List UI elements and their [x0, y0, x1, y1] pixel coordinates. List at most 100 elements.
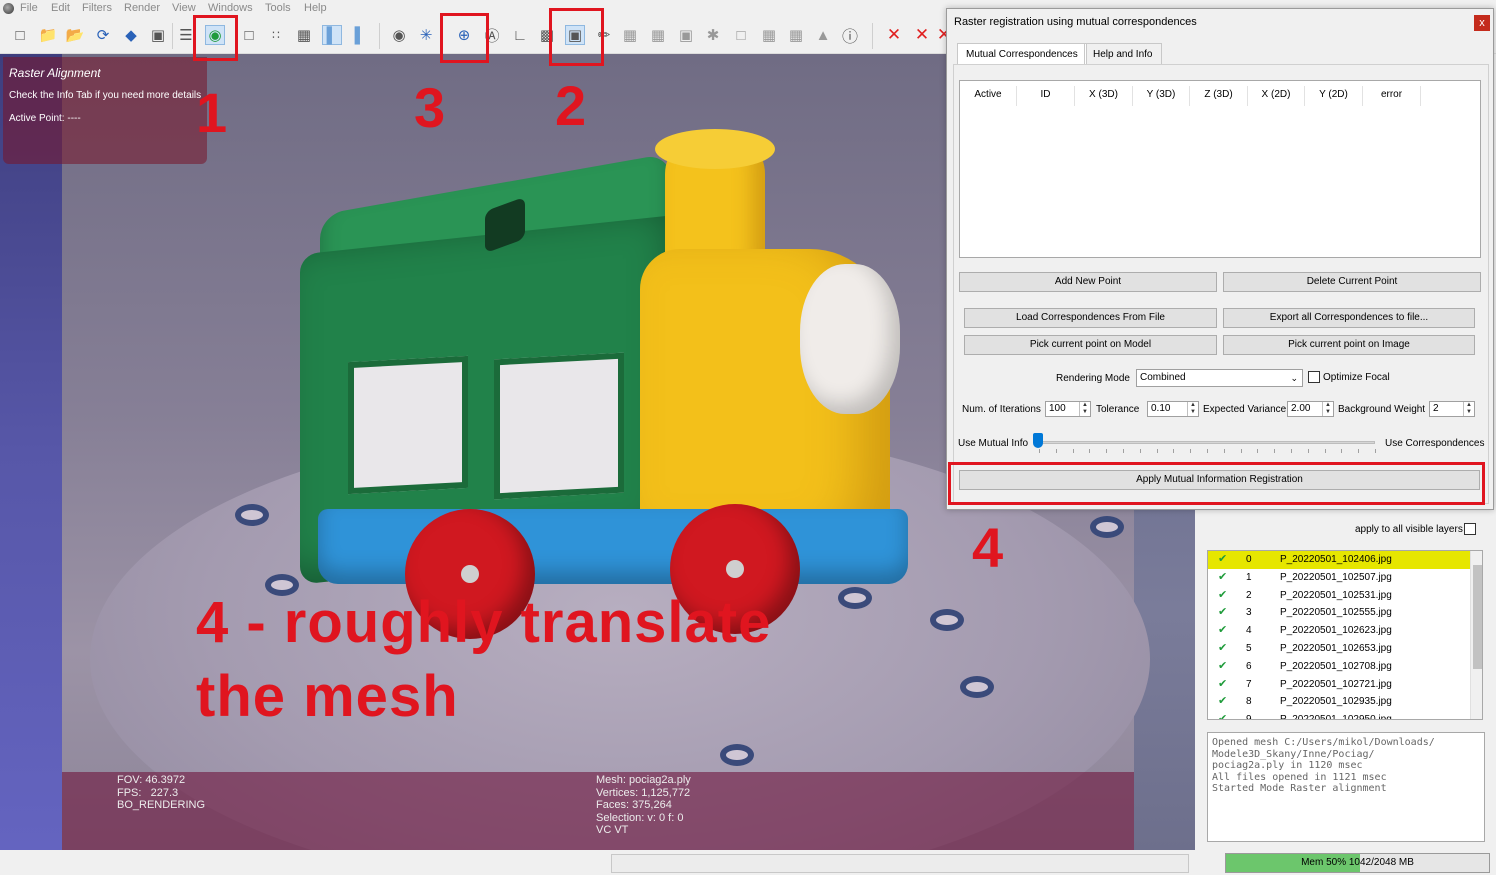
layer-row[interactable]: ✔ 8 P_20220501_102935.jpg — [1208, 693, 1470, 711]
variance-spinbox[interactable]: 2.00 ▲ ▼ — [1287, 401, 1334, 417]
wireframe-icon[interactable]: ▦ — [294, 25, 314, 45]
pick-image-point-button[interactable]: Pick current point on Image — [1223, 335, 1475, 355]
layer-row[interactable]: ✔ 5 P_20220501_102653.jpg — [1208, 640, 1470, 658]
slider-tick — [1173, 449, 1175, 453]
weighting-slider-handle[interactable] — [1033, 433, 1043, 448]
mesh-icon[interactable]: ◉ — [389, 25, 409, 45]
column-header[interactable]: X (2D) — [1248, 86, 1305, 106]
menu-tools[interactable]: Tools — [265, 2, 291, 14]
open-folder-icon[interactable]: 📁 — [38, 25, 58, 45]
visible-check-icon[interactable]: ✔ — [1218, 551, 1227, 568]
raster-layer-list[interactable]: ✔ 0 P_20220501_102406.jpg ✔ 1 P_20220501_1025… — [1207, 550, 1483, 720]
rendering-mode-select[interactable]: Combined ⌄ — [1136, 369, 1303, 387]
annotation-box-1 — [193, 15, 238, 61]
angle-icon[interactable]: ∟ — [510, 25, 530, 45]
layer-row[interactable]: ✔ 3 P_20220501_102555.jpg — [1208, 604, 1470, 622]
export-correspondences-button[interactable]: Export all Correspondences to file... — [1223, 308, 1475, 328]
scroll-thumb[interactable] — [1473, 565, 1482, 669]
layer-row[interactable]: ✔ 7 P_20220501_102721.jpg — [1208, 676, 1470, 694]
menu-file[interactable]: File — [20, 2, 38, 14]
layer-row[interactable]: ✔ 6 P_20220501_102708.jpg — [1208, 658, 1470, 676]
delete-faces-icon[interactable]: ✕ — [884, 25, 904, 45]
layer-row[interactable]: ✔ 4 P_20220501_102623.jpg — [1208, 622, 1470, 640]
train-chimney-top — [655, 129, 775, 169]
visible-check-icon[interactable]: ✔ — [1218, 676, 1227, 693]
column-header[interactable]: Z (3D) — [1190, 86, 1248, 106]
layer-index: 7 — [1246, 678, 1252, 690]
memory-usage-bar: Mem 50% 1042/2048 MB — [1225, 853, 1490, 873]
visible-check-icon[interactable]: ✔ — [1218, 622, 1227, 639]
menu-view[interactable]: View — [172, 2, 196, 14]
load-correspondences-button[interactable]: Load Correspondences From File — [964, 308, 1217, 328]
close-icon[interactable]: x — [1474, 15, 1490, 31]
bbox-icon[interactable]: □ — [239, 25, 259, 45]
axis-icon[interactable]: ✳ — [416, 25, 436, 45]
background-weight-spinbox[interactable]: 2 ▲ ▼ — [1429, 401, 1475, 417]
pick-model-point-button[interactable]: Pick current point on Model — [964, 335, 1217, 355]
slider-tick — [1139, 449, 1141, 453]
smooth-icon[interactable]: ▌ — [350, 25, 370, 45]
visible-check-icon[interactable]: ✔ — [1218, 587, 1227, 604]
georef-icon[interactable]: ✱ — [703, 25, 723, 45]
eraser-icon[interactable]: ▦ — [786, 25, 806, 45]
menu-filters[interactable]: Filters — [82, 2, 112, 14]
annotation-number-1: 1 — [196, 81, 228, 144]
cursor-icon[interactable]: ▲ — [813, 25, 833, 45]
delete-verts-icon[interactable]: ✕ — [912, 25, 932, 45]
menu-render[interactable]: Render — [124, 2, 160, 14]
reload-icon[interactable]: ⟳ — [93, 25, 113, 45]
correspondence-table[interactable]: Active ID X (3D) Y (3D) Z (3D) X (2D) Y … — [959, 80, 1481, 258]
column-header[interactable]: Y (3D) — [1133, 86, 1190, 106]
slider-tick — [1072, 449, 1074, 453]
new-file-icon[interactable]: □ — [10, 25, 30, 45]
slider-tick — [1240, 449, 1242, 453]
app-logo-icon — [3, 3, 14, 14]
cube-icon[interactable]: ▣ — [676, 25, 696, 45]
open-project-icon[interactable]: 📂 — [65, 25, 85, 45]
layer-index: 2 — [1246, 589, 1252, 601]
layer-list-scrollbar[interactable] — [1470, 551, 1482, 719]
crop-icon[interactable]: □ — [731, 25, 751, 45]
snapshot-icon[interactable]: ▣ — [148, 25, 168, 45]
slider-tick — [1190, 449, 1192, 453]
column-header[interactable]: X (3D) — [1075, 86, 1133, 106]
column-header[interactable]: Y (2D) — [1305, 86, 1363, 106]
column-header[interactable]: Active — [960, 86, 1017, 106]
optimize-focal-checkbox[interactable] — [1308, 371, 1320, 383]
apply-all-checkbox[interactable] — [1464, 523, 1476, 535]
raster-alignment-info: Raster Alignment Check the Info Tab if y… — [3, 57, 207, 164]
delete-point-button[interactable]: Delete Current Point — [1223, 272, 1481, 292]
rendering-mode-value: Combined — [1140, 372, 1186, 383]
info-icon[interactable]: ⓘ — [840, 25, 860, 46]
tab-help-info[interactable]: Help and Info — [1084, 43, 1162, 65]
layer-row[interactable]: ✔ 0 P_20220501_102406.jpg — [1208, 551, 1470, 569]
layer-row[interactable]: ✔ 1 P_20220501_102507.jpg — [1208, 569, 1470, 587]
rotate-icon[interactable]: ▦ — [759, 25, 779, 45]
points-icon[interactable]: ∷ — [266, 25, 286, 45]
column-header[interactable]: error — [1363, 86, 1421, 106]
visible-check-icon[interactable]: ✔ — [1218, 640, 1227, 657]
import-icon[interactable]: ◆ — [121, 25, 141, 45]
tolerance-spinbox[interactable]: 0.10 ▲ ▼ — [1147, 401, 1199, 417]
layer-row[interactable]: ✔ 9 P_20220501_102950.jpg — [1208, 711, 1470, 719]
iterations-spinbox[interactable]: 100 ▲ ▼ — [1045, 401, 1091, 417]
menu-edit[interactable]: Edit — [51, 2, 70, 14]
select-vert-icon[interactable]: ▦ — [648, 25, 668, 45]
layer-name: P_20220501_102406.jpg — [1280, 554, 1392, 565]
visible-check-icon[interactable]: ✔ — [1218, 658, 1227, 675]
column-header[interactable]: ID — [1017, 86, 1075, 106]
menu-help[interactable]: Help — [304, 2, 327, 14]
tolerance-label: Tolerance — [1096, 404, 1140, 415]
flat-icon[interactable]: ▌ — [322, 25, 342, 45]
visible-check-icon[interactable]: ✔ — [1218, 604, 1227, 621]
add-point-button[interactable]: Add New Point — [959, 272, 1217, 292]
visible-check-icon[interactable]: ✔ — [1218, 711, 1227, 719]
menu-windows[interactable]: Windows — [208, 2, 253, 14]
visible-check-icon[interactable]: ✔ — [1218, 569, 1227, 586]
weighting-slider-track[interactable] — [1037, 441, 1375, 444]
select-icon[interactable]: ▦ — [620, 25, 640, 45]
layer-row[interactable]: ✔ 2 P_20220501_102531.jpg — [1208, 587, 1470, 605]
layer-name: P_20220501_102555.jpg — [1280, 607, 1392, 619]
visible-check-icon[interactable]: ✔ — [1218, 693, 1227, 710]
tab-mutual-correspondences[interactable]: Mutual Correspondences — [957, 43, 1087, 65]
